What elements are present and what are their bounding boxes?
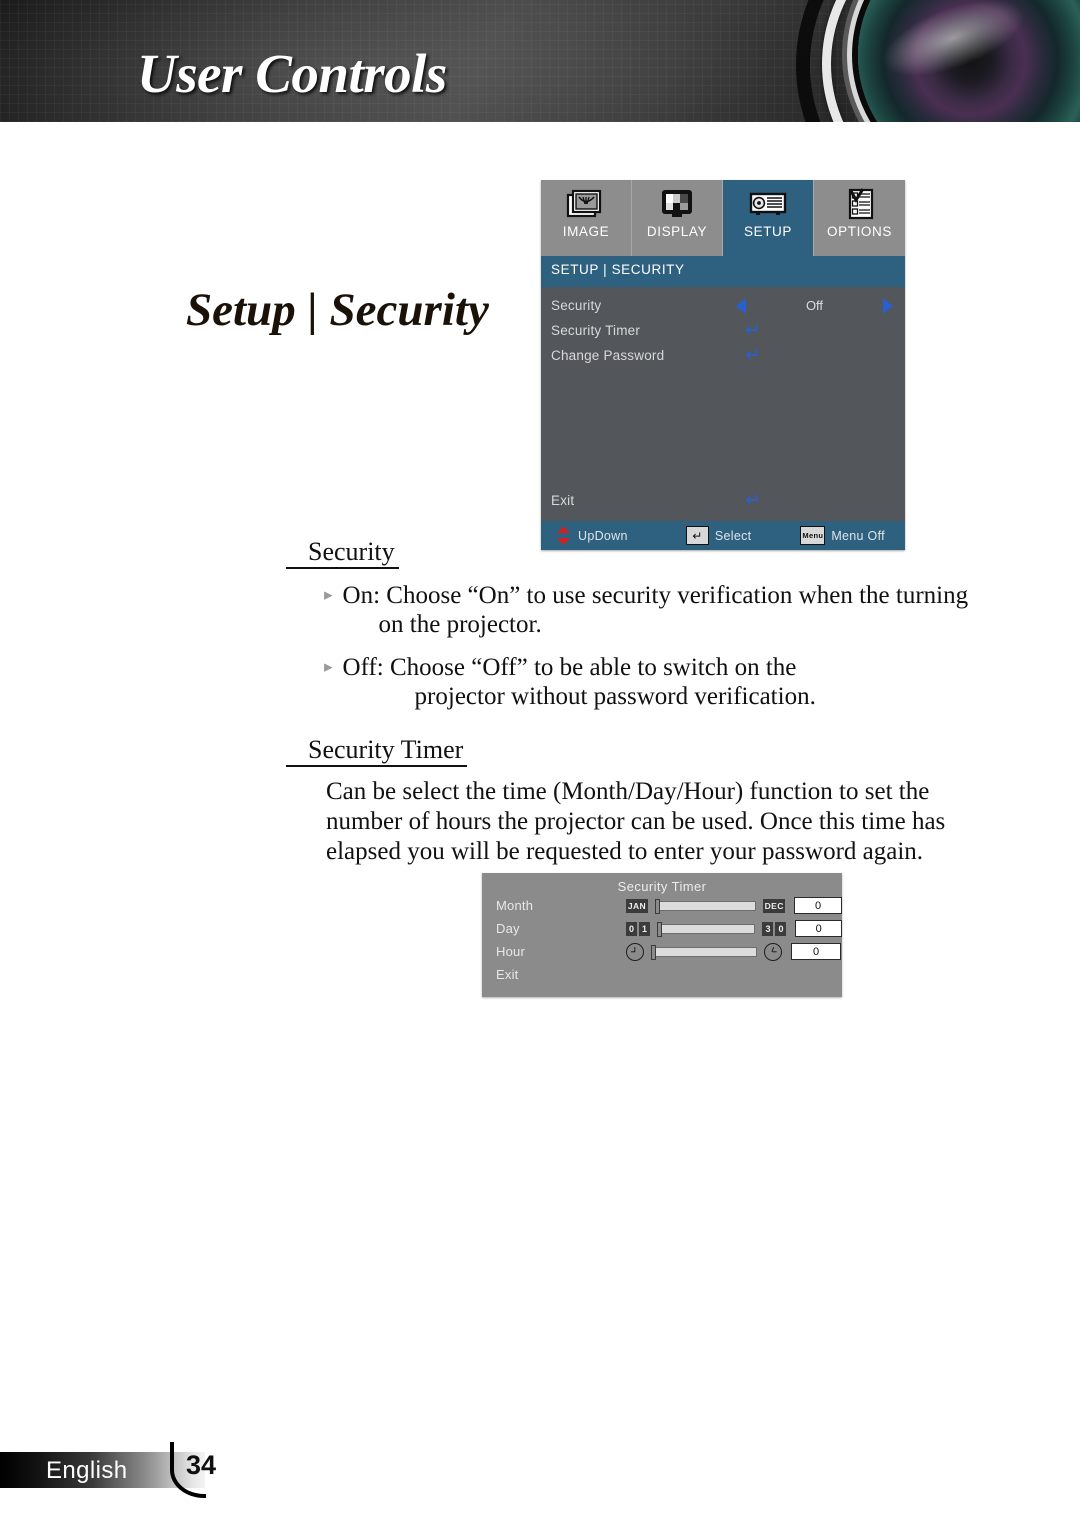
osd-tab-display[interactable]: DISPLAY — [632, 180, 723, 256]
image-icon — [565, 187, 607, 221]
day-slider-handle[interactable] — [657, 921, 662, 937]
osd-title-bar: SETUP | SECURITY — [541, 256, 905, 287]
section-security-heading: Security — [286, 537, 399, 570]
clock-max-icon — [764, 942, 782, 961]
list-item-text: Off: Choose “Off” to be able to switch o… — [343, 653, 1016, 712]
options-icon — [839, 187, 881, 221]
day-min-digit-1: 0 — [626, 921, 637, 936]
display-icon — [656, 187, 698, 221]
osd-row-security-timer[interactable]: Security Timer ↵ — [541, 318, 905, 343]
osd-row-exit-label: Exit — [551, 493, 575, 508]
day-slider[interactable] — [657, 921, 756, 937]
section-security-bullets: ▸ On: Choose “On” to use security verifi… — [286, 581, 1016, 711]
day-min-chip: 0 1 — [626, 921, 650, 936]
timer-row-exit[interactable]: Exit — [482, 963, 842, 986]
list-item-line2: projector without password verification. — [414, 682, 816, 710]
clock-min-icon — [626, 942, 644, 961]
osd-body: Security Off Security Timer ↵ Change Pas… — [541, 287, 905, 521]
page-number: 34 — [186, 1450, 217, 1480]
section-security: Security ▸ On: Choose “On” to use securi… — [286, 537, 1016, 724]
osd-tab-options-label: OPTIONS — [827, 224, 892, 239]
month-value-box[interactable]: 0 — [794, 897, 842, 914]
osd-row-exit[interactable]: Exit ↵ — [541, 488, 905, 513]
section-security-timer-paragraph: Can be select the time (Month/Day/Hour) … — [326, 778, 946, 866]
enter-arrow-icon[interactable]: ↵ — [745, 321, 761, 340]
enter-arrow-icon[interactable]: ↵ — [745, 346, 761, 365]
list-item-text: On: Choose “On” to use security verifica… — [343, 581, 1016, 640]
camera-lens-icon — [858, 0, 1080, 122]
osd-tab-setup[interactable]: SETUP — [723, 180, 814, 256]
list-item-line1: Off: Choose “Off” to be able to switch o… — [342, 653, 797, 681]
bullet-triangle-icon: ▸ — [324, 585, 333, 606]
osd-row-change-password-label: Change Password — [551, 348, 665, 363]
security-timer-dialog: Security Timer Month JAN DEC 0 Day 0 1 3… — [482, 873, 842, 997]
osd-menu: IMAGE DISPLAY SETUP OPTIONS SETUP | SECU… — [541, 180, 905, 550]
timer-row-month-label: Month — [496, 898, 534, 913]
osd-row-change-password[interactable]: Change Password ↵ — [541, 343, 905, 368]
section-heading-setup-security: Setup | Security — [186, 284, 489, 336]
month-slider-handle[interactable] — [655, 898, 660, 914]
hour-slider-handle[interactable] — [651, 944, 656, 960]
day-min-digit-2: 1 — [639, 921, 650, 936]
osd-row-security-label: Security — [551, 298, 602, 313]
arrow-right-icon[interactable] — [883, 297, 893, 314]
osd-tab-image-label: IMAGE — [562, 224, 610, 239]
arrow-left-icon[interactable] — [736, 297, 746, 314]
osd-row-change-password-control: ↵ — [736, 343, 893, 368]
hour-slider[interactable] — [651, 944, 757, 960]
osd-row-exit-control: ↵ — [736, 488, 893, 513]
osd-row-security-control: Off — [736, 293, 893, 318]
osd-tab-bar: IMAGE DISPLAY SETUP OPTIONS — [541, 180, 905, 256]
list-item: ▸ On: Choose “On” to use security verifi… — [286, 581, 1016, 640]
list-item-line2: on the projector. — [378, 611, 542, 639]
footer-language-label: English — [46, 1457, 128, 1484]
osd-tab-image[interactable]: IMAGE — [541, 180, 632, 256]
section-security-timer-heading: Security Timer — [286, 735, 468, 768]
timer-row-month[interactable]: Month JAN DEC 0 — [482, 894, 842, 917]
list-item: ▸ Off: Choose “Off” to be able to switch… — [286, 653, 1016, 712]
day-max-digit-2: 0 — [775, 921, 787, 936]
page-title: User Controls — [137, 43, 447, 104]
day-value-box[interactable]: 0 — [795, 920, 842, 937]
month-slider[interactable] — [655, 898, 757, 914]
timer-row-hour[interactable]: Hour 0 — [482, 940, 842, 963]
month-min-chip: JAN — [626, 898, 648, 913]
day-max-chip: 3 0 — [762, 921, 787, 936]
section-security-timer: Security Timer Can be select the time (M… — [286, 735, 1016, 867]
osd-row-security-timer-control: ↵ — [736, 318, 893, 343]
osd-row-security[interactable]: Security Off — [541, 293, 905, 318]
osd-tab-setup-label: SETUP — [743, 224, 792, 239]
day-max-digit-1: 3 — [762, 921, 774, 936]
page-header-banner: User Controls — [0, 0, 1080, 122]
hour-value-box[interactable]: 0 — [791, 943, 841, 960]
list-item-line1: On: Choose “On” to use security verifica… — [342, 582, 969, 610]
osd-row-security-timer-label: Security Timer — [551, 323, 641, 338]
osd-tab-display-label: DISPLAY — [646, 224, 708, 239]
bullet-triangle-icon: ▸ — [324, 656, 333, 677]
timer-row-exit-label: Exit — [496, 967, 519, 982]
timer-row-day[interactable]: Day 0 1 3 0 0 — [482, 917, 842, 940]
osd-tab-options[interactable]: OPTIONS — [814, 180, 905, 256]
osd-row-security-value: Off — [805, 298, 824, 313]
enter-arrow-icon[interactable]: ↵ — [745, 491, 761, 510]
setup-icon — [747, 187, 789, 221]
month-max-chip: DEC — [763, 898, 786, 913]
timer-row-hour-label: Hour — [496, 944, 525, 959]
timer-row-day-label: Day — [496, 921, 520, 936]
security-timer-dialog-title: Security Timer — [617, 879, 707, 894]
